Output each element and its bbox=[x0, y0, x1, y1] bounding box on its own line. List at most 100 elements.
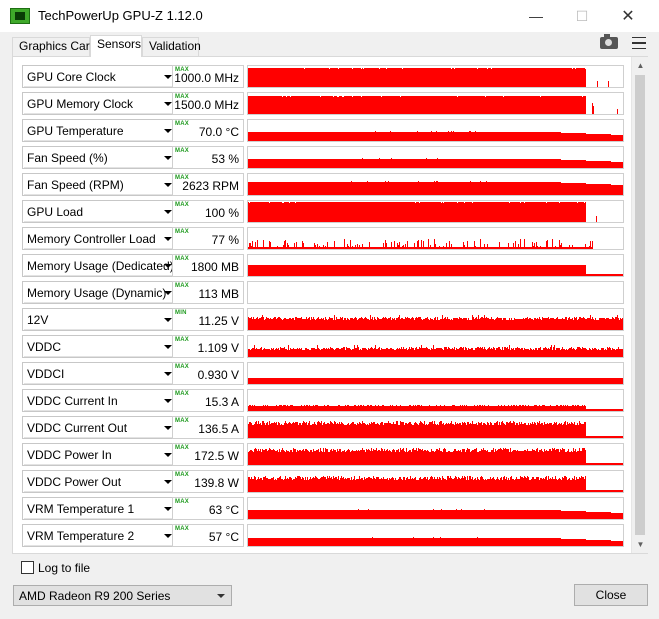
sensor-graph-trace bbox=[248, 315, 623, 330]
sensor-graph bbox=[247, 443, 624, 466]
sensor-name-dropdown[interactable]: VDDC Power In bbox=[22, 443, 178, 466]
gpu-select-dropdown[interactable]: AMD Radeon R9 200 Series bbox=[13, 585, 232, 606]
sensor-name-dropdown[interactable]: VDDC Current Out bbox=[22, 416, 178, 439]
sensor-graph bbox=[247, 92, 624, 115]
sensor-value-box: MAX 70.0 °C bbox=[172, 119, 244, 142]
sensor-name-dropdown[interactable]: Fan Speed (%) bbox=[22, 146, 178, 169]
sensor-graph-trace bbox=[248, 421, 623, 438]
sensor-name-dropdown[interactable]: VDDC Power Out bbox=[22, 470, 178, 493]
sensor-name: VDDC Current Out bbox=[27, 421, 128, 435]
sensor-name-dropdown[interactable]: Memory Controller Load bbox=[22, 227, 178, 250]
sensor-graph bbox=[247, 497, 624, 520]
sensor-value-box: MAX 53 % bbox=[172, 146, 244, 169]
sensor-graph bbox=[247, 119, 624, 142]
tab-validation[interactable]: Validation bbox=[142, 37, 201, 56]
sensor-name-dropdown[interactable]: VDDC bbox=[22, 335, 178, 358]
sensor-name: VDDC Power In bbox=[27, 448, 112, 462]
scroll-thumb[interactable] bbox=[635, 75, 645, 535]
scroll-down-arrow-icon[interactable]: ▼ bbox=[632, 536, 649, 553]
sensor-name: VDDC Current In bbox=[27, 394, 118, 408]
sensor-value-box: MAX 1000.0 MHz bbox=[172, 65, 244, 88]
camera-icon[interactable] bbox=[598, 34, 620, 51]
sensor-value-box: MAX 1800 MB bbox=[172, 254, 244, 277]
sensor-list: GPU Core Clock MAX 1000.0 MHz GPU Memory Cl… bbox=[13, 57, 631, 553]
sensor-value: 1000.0 MHz bbox=[174, 71, 239, 85]
chevron-down-icon bbox=[164, 480, 172, 484]
chevron-down-icon bbox=[164, 210, 172, 214]
sensor-mode-tag: MAX bbox=[175, 418, 189, 424]
sensor-graph-trace bbox=[248, 537, 623, 546]
sensor-graph bbox=[247, 416, 624, 439]
sensor-mode-tag: MAX bbox=[175, 202, 189, 208]
sensor-graph-trace bbox=[248, 509, 623, 519]
sensor-value: 172.5 W bbox=[194, 449, 239, 463]
sensor-name: VDDC bbox=[27, 340, 62, 354]
sensor-graph bbox=[247, 362, 624, 385]
sensor-value-box: MAX 100 % bbox=[172, 200, 244, 223]
sensor-name: Fan Speed (%) bbox=[27, 151, 108, 165]
sensor-name-dropdown[interactable]: VRM Temperature 1 bbox=[22, 497, 178, 520]
minimize-button[interactable]: — bbox=[513, 0, 559, 32]
sensor-graph-trace bbox=[248, 265, 623, 276]
sensor-graph bbox=[247, 173, 624, 196]
sensor-value: 113 MB bbox=[198, 287, 239, 301]
chevron-down-icon bbox=[164, 372, 172, 376]
sensor-name-dropdown[interactable]: VDDCI bbox=[22, 362, 178, 385]
sensor-value: 1.109 V bbox=[197, 341, 239, 355]
sensor-name-dropdown[interactable]: GPU Load bbox=[22, 200, 178, 223]
sensor-name-dropdown[interactable]: VRM Temperature 2 bbox=[22, 524, 178, 547]
sensor-mode-tag: MAX bbox=[175, 526, 189, 532]
sensor-value-box: MAX 15.3 A bbox=[172, 389, 244, 412]
sensor-graph bbox=[247, 470, 624, 493]
chevron-down-icon bbox=[164, 264, 172, 268]
sensor-name: VDDC Power Out bbox=[27, 475, 122, 489]
sensor-name-dropdown[interactable]: GPU Memory Clock bbox=[22, 92, 178, 115]
sensor-value-box: MAX 139.8 W bbox=[172, 470, 244, 493]
sensor-mode-tag: MAX bbox=[175, 283, 189, 289]
sensor-name-dropdown[interactable]: GPU Temperature bbox=[22, 119, 178, 142]
sensor-name: 12V bbox=[27, 313, 49, 327]
sensor-value: 1800 MB bbox=[190, 260, 239, 274]
sensor-row: VDDC Current Out MAX 136.5 A bbox=[13, 414, 631, 440]
sensor-graph bbox=[247, 146, 624, 169]
sensor-value-box: MAX 1.109 V bbox=[172, 335, 244, 358]
log-to-file-label[interactable]: Log to file bbox=[38, 561, 90, 575]
sensor-name-dropdown[interactable]: Memory Usage (Dedicated) bbox=[22, 254, 178, 277]
sensor-row: Memory Usage (Dedicated) MAX 1800 MB bbox=[13, 252, 631, 278]
sensor-name-dropdown[interactable]: VDDC Current In bbox=[22, 389, 178, 412]
close-button[interactable]: Close bbox=[574, 584, 648, 606]
sensor-name-dropdown[interactable]: GPU Core Clock bbox=[22, 65, 178, 88]
sensor-name-dropdown[interactable]: 12V bbox=[22, 308, 178, 331]
chevron-down-icon bbox=[164, 426, 172, 430]
sensor-name-dropdown[interactable]: Fan Speed (RPM) bbox=[22, 173, 178, 196]
close-window-button[interactable]: ✕ bbox=[605, 0, 651, 32]
sensor-row: VDDC Current In MAX 15.3 A bbox=[13, 387, 631, 413]
chevron-down-icon bbox=[164, 156, 172, 160]
sensor-name: Memory Usage (Dynamic) bbox=[27, 286, 167, 300]
tab-graphics-card[interactable]: Graphics Card bbox=[12, 37, 96, 56]
sensor-name-dropdown[interactable]: Memory Usage (Dynamic) bbox=[22, 281, 178, 304]
sensor-graph-trace bbox=[248, 96, 618, 114]
chevron-down-icon bbox=[164, 237, 172, 241]
log-to-file-checkbox[interactable] bbox=[21, 561, 34, 574]
sensor-mode-tag: MAX bbox=[175, 445, 189, 451]
sensor-mode-tag: MAX bbox=[175, 256, 189, 262]
sensor-value: 1500.0 MHz bbox=[174, 98, 239, 112]
sensor-value: 11.25 V bbox=[198, 314, 239, 328]
sensor-name: GPU Core Clock bbox=[27, 70, 116, 84]
sensor-value: 100 % bbox=[204, 206, 239, 220]
sensor-row: GPU Core Clock MAX 1000.0 MHz bbox=[13, 63, 631, 89]
tab-sensors[interactable]: Sensors bbox=[90, 35, 142, 57]
sensor-name: Fan Speed (RPM) bbox=[27, 178, 124, 192]
sensor-value-box: MIN 11.25 V bbox=[172, 308, 244, 331]
sensor-row: VDDC Power Out MAX 139.8 W bbox=[13, 468, 631, 494]
scroll-up-arrow-icon[interactable]: ▲ bbox=[632, 57, 649, 74]
vertical-scrollbar[interactable]: ▲ ▼ bbox=[631, 57, 648, 553]
sensor-graph-trace bbox=[248, 378, 623, 384]
sensor-graph bbox=[247, 65, 624, 88]
hamburger-menu-icon[interactable] bbox=[628, 35, 650, 51]
maximize-button[interactable]: ☐ bbox=[559, 0, 605, 32]
title-bar: TechPowerUp GPU-Z 1.12.0 — ☐ ✕ bbox=[0, 0, 659, 32]
sensor-graph-trace bbox=[248, 239, 593, 249]
sensor-row: VDDC Power In MAX 172.5 W bbox=[13, 441, 631, 467]
